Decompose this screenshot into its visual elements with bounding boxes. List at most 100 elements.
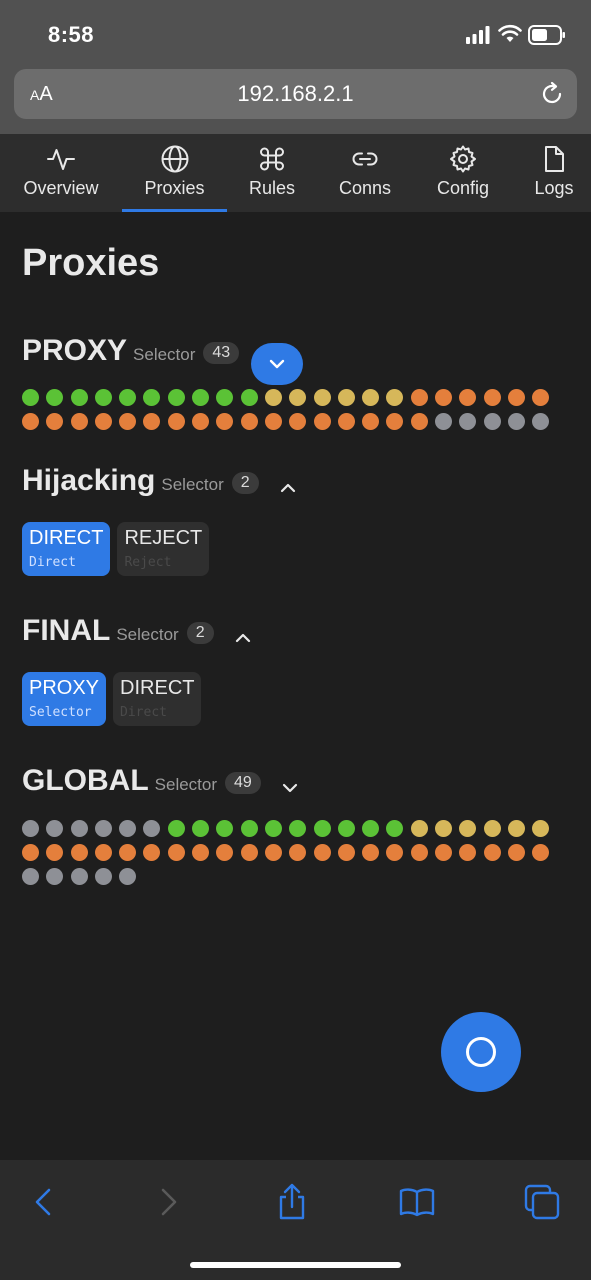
latency-dot-slow[interactable] (289, 844, 307, 861)
latency-dot-slow[interactable] (410, 844, 428, 861)
bookmarks-icon[interactable] (397, 1182, 437, 1222)
latency-dot-slow[interactable] (532, 844, 550, 861)
latency-dot-fast[interactable] (119, 389, 137, 406)
latency-dot-fast[interactable] (192, 820, 210, 837)
latency-dot-fast[interactable] (362, 820, 380, 837)
latency-dot-medium[interactable] (313, 389, 331, 406)
latency-dot-slow[interactable] (192, 844, 210, 861)
tab-rules[interactable]: Rules (240, 134, 304, 212)
latency-dot-slow[interactable] (337, 413, 355, 430)
latency-dot-fast[interactable] (167, 389, 185, 406)
reload-icon[interactable] (539, 81, 565, 107)
latency-dot-slow[interactable] (70, 413, 88, 430)
latency-dot-medium[interactable] (435, 820, 453, 837)
latency-dot-untested[interactable] (435, 413, 453, 430)
forward-icon[interactable] (148, 1182, 188, 1222)
latency-dot-medium[interactable] (532, 820, 550, 837)
proxy-option-proxy[interactable]: PROXY Selector (22, 672, 107, 726)
tabs-icon[interactable] (522, 1182, 562, 1222)
latency-dot-medium[interactable] (264, 389, 282, 406)
latency-dot-slow[interactable] (119, 413, 137, 430)
latency-dot-slow[interactable] (216, 844, 234, 861)
latency-dot-untested[interactable] (507, 413, 525, 430)
latency-dot-fast[interactable] (240, 389, 258, 406)
latency-dot-slow[interactable] (46, 413, 64, 430)
tab-logs[interactable]: Logs (528, 134, 580, 212)
latency-dot-untested[interactable] (70, 820, 88, 837)
latency-dot-slow[interactable] (337, 844, 355, 861)
latency-dot-untested[interactable] (143, 820, 161, 837)
latency-dot-slow[interactable] (192, 413, 210, 430)
latency-dot-fast[interactable] (70, 389, 88, 406)
proxy-option-direct[interactable]: DIRECT Direct (22, 522, 111, 576)
latency-dot-slow[interactable] (483, 844, 501, 861)
latency-dot-slow[interactable] (410, 389, 428, 406)
latency-dot-untested[interactable] (119, 820, 137, 837)
latency-dot-untested[interactable] (532, 413, 550, 430)
latency-dot-medium[interactable] (459, 820, 477, 837)
latency-dot-slow[interactable] (483, 389, 501, 406)
latency-dot-slow[interactable] (22, 413, 39, 430)
latency-dot-fast[interactable] (216, 389, 234, 406)
group-header[interactable]: PROXY Selector 43 (22, 333, 562, 385)
latency-dot-fast[interactable] (289, 820, 307, 837)
latency-dot-fast[interactable] (167, 820, 185, 837)
back-icon[interactable] (24, 1182, 64, 1222)
collapse-toggle-button[interactable] (251, 343, 304, 385)
latency-dot-medium[interactable] (483, 820, 501, 837)
latency-dot-slow[interactable] (532, 389, 550, 406)
latency-dot-slow[interactable] (216, 413, 234, 430)
latency-dot-slow[interactable] (313, 413, 331, 430)
latency-dot-slow[interactable] (507, 844, 525, 861)
tab-overview[interactable]: Overview (14, 134, 108, 212)
latency-dot-medium[interactable] (507, 820, 525, 837)
latency-dot-slow[interactable] (46, 844, 64, 861)
latency-dot-slow[interactable] (167, 413, 185, 430)
latency-dot-untested[interactable] (483, 413, 501, 430)
latency-dot-slow[interactable] (167, 844, 185, 861)
latency-dot-untested[interactable] (46, 820, 64, 837)
latency-dot-untested[interactable] (70, 868, 88, 885)
latency-dot-slow[interactable] (289, 413, 307, 430)
latency-dot-fast[interactable] (240, 820, 258, 837)
latency-dot-medium[interactable] (289, 389, 307, 406)
latency-dot-slow[interactable] (143, 844, 161, 861)
latency-dot-fast[interactable] (386, 820, 404, 837)
tab-config[interactable]: Config (428, 134, 498, 212)
latency-dot-slow[interactable] (119, 844, 137, 861)
latency-dot-fast[interactable] (192, 389, 210, 406)
latency-dot-slow[interactable] (410, 413, 428, 430)
proxy-option-reject[interactable]: REJECT Reject (117, 522, 210, 576)
latency-dot-fast[interactable] (313, 820, 331, 837)
latency-dot-fast[interactable] (22, 389, 39, 406)
collapse-toggle-button[interactable] (226, 625, 260, 651)
latency-dot-slow[interactable] (143, 413, 161, 430)
latency-dot-medium[interactable] (362, 389, 380, 406)
latency-dot-fast[interactable] (46, 389, 64, 406)
latency-dot-untested[interactable] (22, 868, 39, 885)
latency-dot-slow[interactable] (240, 844, 258, 861)
latency-dot-fast[interactable] (94, 389, 112, 406)
latency-dot-untested[interactable] (46, 868, 64, 885)
address-bar[interactable]: AA 192.168.2.1 (14, 69, 577, 119)
latency-dot-medium[interactable] (337, 389, 355, 406)
latency-dot-slow[interactable] (507, 389, 525, 406)
latency-dot-slow[interactable] (459, 389, 477, 406)
share-icon[interactable] (272, 1182, 312, 1222)
latency-dot-slow[interactable] (70, 844, 88, 861)
latency-dot-slow[interactable] (94, 844, 112, 861)
collapse-toggle-button[interactable] (273, 775, 307, 801)
group-header[interactable]: GLOBAL Selector 49 (22, 764, 562, 808)
tab-proxies[interactable]: Proxies (122, 134, 227, 212)
latency-dot-slow[interactable] (386, 844, 404, 861)
latency-dot-slow[interactable] (22, 844, 39, 861)
latency-dot-untested[interactable] (94, 868, 112, 885)
latency-dot-slow[interactable] (362, 844, 380, 861)
latency-dot-medium[interactable] (410, 820, 428, 837)
latency-dot-medium[interactable] (386, 389, 404, 406)
url-text[interactable]: 192.168.2.1 (14, 81, 577, 107)
latency-dot-fast[interactable] (143, 389, 161, 406)
latency-dot-fast[interactable] (216, 820, 234, 837)
proxy-option-direct[interactable]: DIRECT Direct (113, 672, 202, 726)
latency-dot-slow[interactable] (362, 413, 380, 430)
